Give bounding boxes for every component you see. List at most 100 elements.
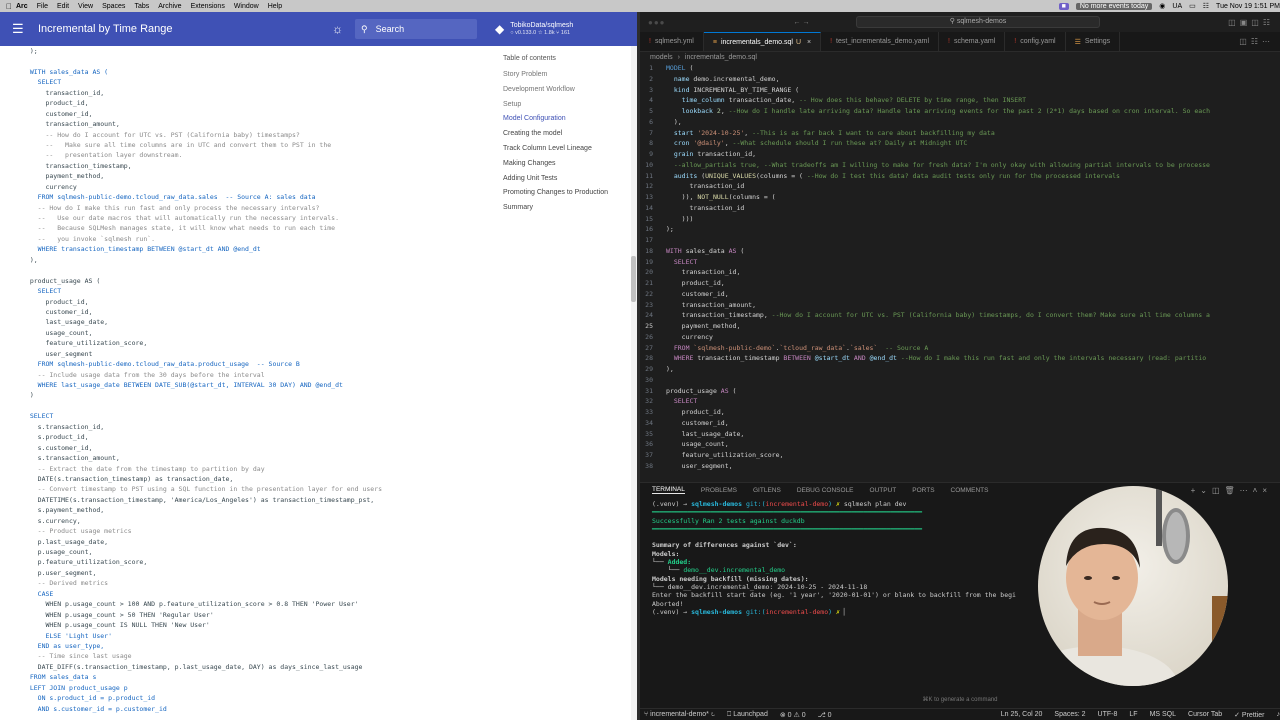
toc-item[interactable]: Model Configuration (503, 112, 631, 127)
menu-item[interactable]: Edit (57, 3, 69, 10)
editor-line: 2 name demo.incremental_demo, (640, 74, 1280, 85)
panel-tab[interactable]: COMMENTS (951, 487, 989, 494)
status-item[interactable]: UTF-8 (1098, 711, 1118, 719)
repo-link[interactable]: ◆ TobikoData/sqlmesh ○ v0.133.0 ☆ 1.8k ⑂… (495, 22, 573, 36)
scrollbar-thumb[interactable] (631, 256, 636, 302)
panel-tab[interactable]: OUTPUT (870, 487, 897, 494)
code-line: -- Include usage data from the 30 days b… (22, 370, 265, 379)
line-text: ), (666, 117, 682, 126)
window-controls[interactable]: ●●● (648, 18, 666, 27)
editor-action-icons[interactable]: ◫☷⋯ (1239, 32, 1280, 51)
command-center[interactable]: ⚲ sqlmesh-demos (856, 16, 1100, 28)
hamburger-menu-icon[interactable]: ☰ (12, 21, 28, 37)
command-center-label: sqlmesh-demos (956, 18, 1007, 25)
toc-item[interactable]: Track Column Level Lineage (503, 142, 631, 157)
menu-item[interactable]: Help (268, 3, 282, 10)
editor-tab[interactable]: ! sqlmesh.yml (640, 32, 704, 51)
battery-icon[interactable]: ▭ (1189, 2, 1196, 10)
code-editor[interactable]: 1 MODEL (2 name demo.incremental_demo, 3 k… (640, 63, 1280, 477)
status-item[interactable]: ♪ (1277, 711, 1280, 719)
line-text: name demo.incremental_demo, (673, 74, 780, 83)
toc-item[interactable]: Story Problem (503, 68, 631, 83)
search-box[interactable]: ⚲ Search (355, 19, 477, 39)
line-number: 37 (645, 451, 653, 459)
editor-line: 32 SELECT (640, 396, 1280, 407)
editor-tab[interactable]: ☰ Settings (1066, 32, 1121, 51)
status-item[interactable]: ⎕ Launchpad (727, 711, 768, 719)
editor-line: 34 customer_id, (640, 418, 1280, 429)
status-item[interactable]: ✓ Prettier (1234, 711, 1264, 719)
apple-icon[interactable]:  (6, 2, 12, 11)
panel-tab[interactable]: TERMINAL (652, 486, 685, 494)
status-item[interactable]: Spaces: 2 (1054, 711, 1085, 719)
layout-icons[interactable]: ◫▣◫☷ (1228, 18, 1274, 27)
breadcrumb-item[interactable]: models (650, 54, 673, 61)
status-item[interactable]: ⑂ incremental-demo* ↻ (644, 711, 715, 718)
toc-item[interactable]: Adding Unit Tests (503, 172, 631, 187)
nav-arrows[interactable]: ← → (794, 19, 810, 26)
toc-item[interactable]: Promoting Changes to Production (503, 186, 631, 201)
editor-line: 20 transaction_id, (640, 267, 1280, 278)
menu-item[interactable]: Window (234, 3, 259, 10)
line-text: last_usage_date, (666, 429, 745, 438)
control-center-icon[interactable]: ☷ (1203, 2, 1209, 10)
panel-tab[interactable]: PORTS (912, 487, 934, 494)
menu-item[interactable]: Tabs (134, 3, 149, 10)
language-indicator[interactable]: UA (1172, 3, 1182, 10)
code-line: s.transaction_amount, (22, 454, 120, 463)
calendar-icon[interactable]: ■ (1058, 2, 1069, 10)
editor-line: 15 ))) (640, 214, 1280, 225)
editor-tab[interactable]: ≡ incrementals_demo.sql U × (703, 32, 822, 51)
events-status[interactable]: No more events today (1075, 2, 1153, 10)
docs-code-block: ); WITH sales_data AS ( SELECT transacti… (0, 46, 486, 720)
terminal-hint: ⌘K to generate a command (922, 697, 998, 703)
code-line: s.product_id, (22, 433, 89, 442)
menu-app[interactable]: Arc (16, 3, 28, 10)
toc-item[interactable]: Setup (503, 98, 631, 113)
code-line: p.last_usage_date, (22, 537, 109, 546)
panel-tab[interactable]: GITLENS (753, 487, 781, 494)
editor-line: 14 transaction_id (640, 203, 1280, 214)
line-text: product_usage AS ( (666, 386, 737, 395)
line-number: 2 (649, 74, 653, 83)
status-item[interactable]: ⊗ 0 ⚠ 0 (780, 711, 806, 719)
panel-action-icons[interactable]: +⌄◫🗑⋯˄× (1191, 486, 1280, 495)
theme-toggle-icon[interactable]: ☼ (332, 22, 343, 36)
status-item[interactable]: Cursor Tab (1188, 711, 1222, 719)
code-line: END as user_type, (22, 641, 105, 650)
panel-tab[interactable]: DEBUG CONSOLE (797, 487, 854, 494)
toc-item[interactable]: Development Workflow (503, 83, 631, 98)
editor-line: 3 kind INCREMENTAL_BY_TIME_RANGE ( (640, 85, 1280, 96)
breadcrumb-item[interactable]: incrementals_demo.sql (685, 54, 757, 61)
close-icon[interactable]: × (807, 39, 811, 46)
editor-tab[interactable]: ! config.yaml (1005, 32, 1066, 51)
repo-stats: ○ v0.133.0 ☆ 1.8k ⑂ 161 (510, 30, 571, 36)
status-item[interactable]: ⎇ 0 (818, 711, 832, 719)
status-item[interactable]: LF (1129, 711, 1137, 719)
editor-tab[interactable]: ! test_incrementals_demo.yaml (821, 32, 940, 51)
panel-tab[interactable]: PROBLEMS (701, 487, 737, 494)
toc-item[interactable]: Making Changes (503, 157, 631, 172)
toc-item[interactable]: Creating the model (503, 127, 631, 142)
wifi-icon[interactable]: ◉ (1159, 2, 1165, 10)
tab-label: schema.yaml (954, 38, 996, 45)
clock[interactable]: Tue Nov 19 1:51 PM (1216, 3, 1280, 10)
code-line: -- you invoke `sqlmesh run`. (22, 234, 156, 243)
line-number: 31 (645, 386, 653, 395)
code-line: -- Product usage metrics (22, 527, 132, 536)
menubar-status: ■ No more events today ◉ UA ▭ ☷ Tue Nov … (1052, 2, 1280, 10)
scrollbar[interactable] (631, 46, 637, 720)
line-number: 18 (645, 246, 653, 255)
line-text: time_column transaction_date, -- How doe… (681, 96, 1027, 105)
editor-line: 19 SELECT (640, 257, 1280, 268)
editor-tab[interactable]: ! schema.yaml (939, 32, 1006, 51)
menu-item[interactable]: Spaces (102, 3, 125, 10)
tab-label: sqlmesh.yml (654, 38, 694, 45)
toc-item[interactable]: Summary (503, 201, 631, 216)
status-item[interactable]: Ln 25, Col 20 (1001, 711, 1043, 719)
menu-item[interactable]: View (78, 3, 93, 10)
status-item[interactable]: MS SQL (1150, 711, 1176, 719)
menu-item[interactable]: Archive (158, 3, 181, 10)
menu-item[interactable]: File (37, 3, 48, 10)
menu-item[interactable]: Extensions (191, 3, 225, 10)
